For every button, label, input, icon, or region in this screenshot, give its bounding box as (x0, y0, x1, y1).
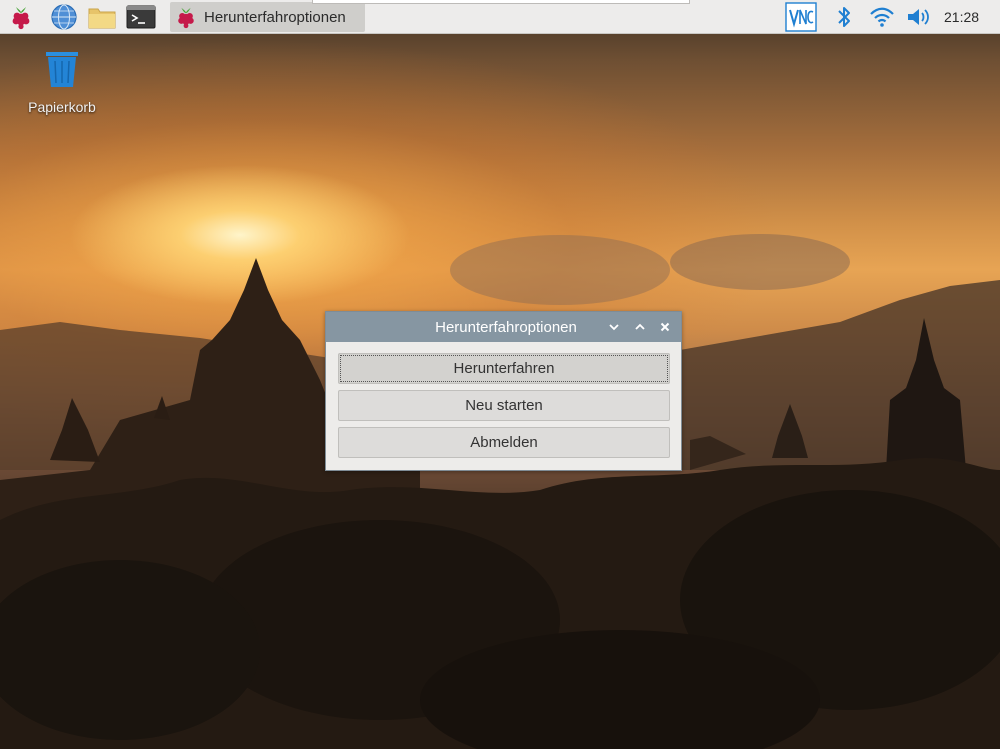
taskbar-window-label: Herunterfahroptionen (204, 8, 346, 26)
terminal-icon (126, 5, 156, 29)
minimize-icon (609, 324, 619, 331)
vnc-tray-button[interactable] (784, 2, 818, 32)
panel-spacer-strip (312, 0, 690, 4)
clock[interactable]: 21:28 (944, 0, 979, 34)
bluetooth-tray-button[interactable] (831, 2, 857, 32)
folder-icon (88, 8, 116, 29)
desktop-trash-label: Papierkorb (28, 99, 96, 115)
taskbar-window-herunterfahroptionen[interactable]: Herunterfahroptionen (170, 2, 365, 32)
wifi-tray-button[interactable] (867, 2, 897, 32)
volume-icon (908, 9, 929, 25)
web-browser-button[interactable] (49, 2, 79, 32)
maximize-button[interactable] (631, 318, 649, 336)
trash-icon (46, 52, 78, 87)
terminal-button[interactable] (126, 2, 156, 32)
bluetooth-icon (838, 7, 850, 27)
shutdown-button[interactable]: Herunterfahren (338, 353, 670, 384)
desktop-trash[interactable]: Papierkorb (18, 46, 106, 115)
logout-button[interactable]: Abmelden (338, 427, 670, 458)
close-button[interactable] (656, 318, 674, 336)
vnc-icon (785, 2, 817, 32)
globe-icon (51, 4, 77, 30)
wifi-icon (870, 7, 894, 27)
raspberry-icon (12, 7, 30, 30)
minimize-button[interactable] (605, 318, 623, 336)
dialog-title: Herunterfahroptionen (435, 319, 577, 336)
volume-tray-button[interactable] (904, 2, 934, 32)
raspberry-icon (178, 7, 194, 29)
close-icon (660, 322, 670, 332)
top-panel: Herunterfahroptionen 21:28 (0, 0, 1000, 34)
maximize-icon (635, 323, 645, 330)
reboot-button[interactable]: Neu starten (338, 390, 670, 421)
dialog-titlebar[interactable]: Herunterfahroptionen (326, 312, 681, 342)
file-manager-button[interactable] (87, 2, 117, 32)
shutdown-options-dialog: Herunterfahroptionen Herunterfahren Neu … (325, 311, 682, 471)
raspberry-menu-button[interactable] (6, 2, 36, 32)
